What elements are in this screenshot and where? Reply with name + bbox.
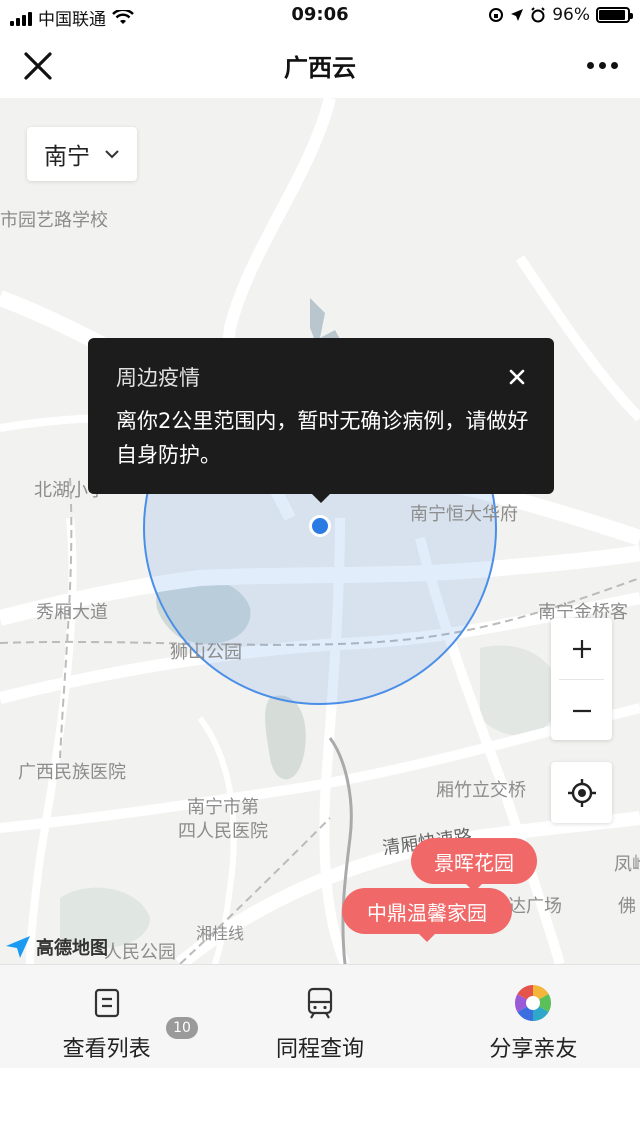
popup-message: 离你2公里范围内，暂时无确诊病例，请做好自身防护。 <box>116 409 529 467</box>
zoom-controls <box>551 618 612 740</box>
case-marker[interactable]: 景晖花园 <box>411 838 537 892</box>
train-icon <box>307 987 333 1019</box>
close-icon[interactable] <box>18 46 58 86</box>
list-icon <box>94 988 119 1018</box>
popup-title: 周边疫情 <box>116 366 200 390</box>
page-title: 广西云 <box>284 54 356 82</box>
alarm-icon <box>531 7 545 23</box>
status-bar: 中国联通 09:06 96% <box>0 0 640 32</box>
plus-icon <box>572 639 591 658</box>
map-label: 秀厢大道 <box>36 602 108 623</box>
amap-logo: 高德地图 <box>4 934 108 960</box>
city-selector-label: 南宁 <box>44 144 90 170</box>
map-label: 人民公园 <box>104 942 176 963</box>
status-right: 96% <box>488 5 633 25</box>
map-label: 达广场 <box>508 896 562 917</box>
case-marker[interactable]: 中鼎温馨家园 <box>342 888 512 942</box>
battery-icon <box>596 7 633 23</box>
same-trip-query-label: 同程查询 <box>275 1037 364 1062</box>
locate-me-button[interactable] <box>551 762 612 823</box>
title-bar: 广西云 <box>0 32 640 98</box>
wifi-icon <box>112 9 134 24</box>
nearby-epidemic-popup: 周边疫情 离你2公里范围内，暂时无确诊病例，请做好自身防护。 <box>88 338 554 503</box>
map-label: 凤岭 <box>614 854 640 875</box>
orientation-lock-icon <box>489 8 504 22</box>
share-friends-button[interactable]: 分享亲友 <box>427 965 640 1068</box>
zoom-in-button[interactable] <box>551 618 612 679</box>
chevron-down-icon <box>105 150 119 159</box>
share-aperture-icon <box>515 985 552 1021</box>
same-trip-query-button[interactable]: 同程查询 <box>213 965 426 1068</box>
bottom-nav: 查看列表 10 同程查询 分享亲友 <box>0 964 640 1068</box>
map-label: 广西民族医院 <box>18 762 126 783</box>
map-label: 市园艺路学校 <box>0 210 108 231</box>
location-arrow-icon <box>511 9 524 21</box>
map-label: 狮山公园 <box>170 642 242 663</box>
amap-logo-icon <box>6 936 30 958</box>
city-selector[interactable]: 南宁 <box>27 127 137 181</box>
view-list-label: 查看列表 <box>62 1037 151 1062</box>
battery-percent: 96% <box>552 5 590 25</box>
amap-logo-text: 高德地图 <box>36 938 108 959</box>
list-count-badge: 10 <box>166 1017 198 1039</box>
popup-close-icon[interactable] <box>506 366 528 388</box>
status-left: 中国联通 <box>10 5 134 30</box>
map-label: 湘桂线 <box>196 924 245 943</box>
minus-icon <box>572 709 591 712</box>
more-options-icon[interactable] <box>582 50 622 80</box>
signal-icon <box>10 10 32 26</box>
map-view[interactable]: 市园艺路学校 北湖小学 秀厢大道 狮山公园 南宁恒大华府 南宁金桥客 广西民族医… <box>0 98 640 964</box>
map-label: 厢竹立交桥 <box>436 780 526 801</box>
map-label: 南宁市第 四人民医院 <box>178 797 268 842</box>
map-label: 佛 <box>618 896 636 917</box>
view-list-button[interactable]: 查看列表 10 <box>0 965 213 1068</box>
share-friends-label: 分享亲友 <box>489 1037 578 1062</box>
map-label: 南宁恒大华府 <box>410 504 518 525</box>
carrier-name: 中国联通 <box>38 10 106 30</box>
zoom-out-button[interactable] <box>551 680 612 741</box>
bottom-safe-area <box>0 1068 640 1137</box>
crosshair-icon <box>567 778 596 807</box>
